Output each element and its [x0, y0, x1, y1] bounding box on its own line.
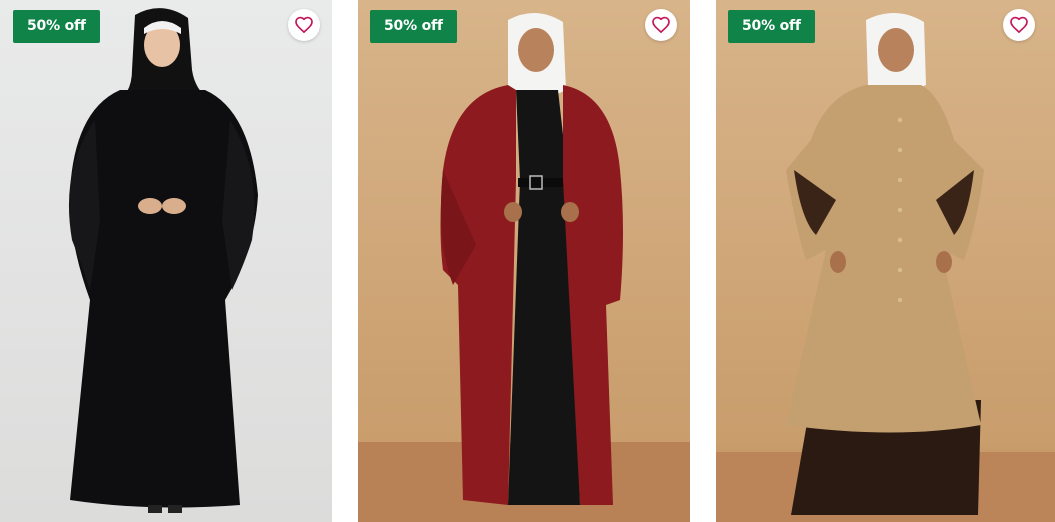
- product-card-camel-coat[interactable]: 50% off: [716, 0, 1055, 522]
- product-card-red-abaya[interactable]: 50% off: [358, 0, 690, 522]
- discount-badge: 50% off: [13, 10, 100, 43]
- wishlist-button[interactable]: [288, 9, 320, 41]
- heart-outline-icon: [295, 16, 313, 34]
- discount-badge: 50% off: [728, 10, 815, 43]
- heart-outline-icon: [1010, 16, 1028, 34]
- heart-outline-icon: [652, 16, 670, 34]
- discount-badge: 50% off: [370, 10, 457, 43]
- wishlist-button[interactable]: [1003, 9, 1035, 41]
- product-image-red-abaya[interactable]: [358, 0, 690, 522]
- product-image-black-abaya[interactable]: [0, 0, 332, 522]
- product-grid: 50% off 50% off 50% off: [0, 0, 1055, 522]
- product-card-black-abaya[interactable]: 50% off: [0, 0, 332, 522]
- wishlist-button[interactable]: [645, 9, 677, 41]
- product-image-camel-coat[interactable]: [716, 0, 1055, 522]
